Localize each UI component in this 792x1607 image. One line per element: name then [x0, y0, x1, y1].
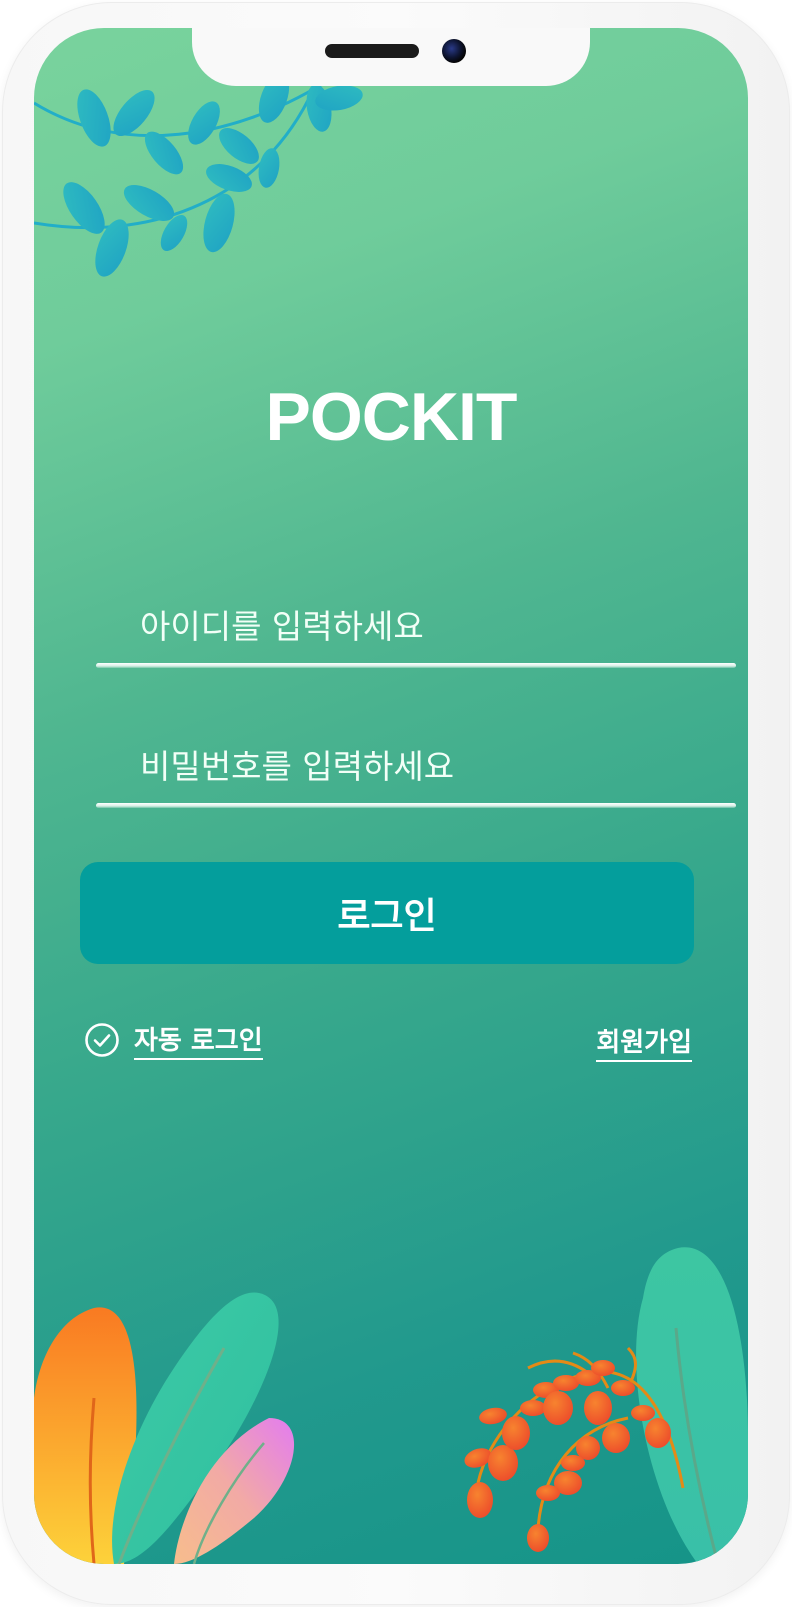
id-field-underline: [96, 663, 736, 668]
auto-login-label[interactable]: 자동 로그인: [134, 1020, 263, 1060]
app-screen: POCKIT 로그인 자동 로그인 회원가입: [34, 28, 748, 1564]
password-field[interactable]: [96, 728, 736, 808]
front-camera: [442, 39, 466, 63]
id-input[interactable]: [96, 588, 736, 664]
password-input[interactable]: [96, 728, 736, 804]
id-field[interactable]: [96, 588, 736, 668]
login-button[interactable]: 로그인: [80, 862, 694, 964]
speaker-grille: [325, 44, 419, 58]
plant-decoration-right-image: [464, 1247, 748, 1564]
check-circle-icon[interactable]: [84, 1022, 120, 1058]
plant-decoration-left-image: [34, 1292, 295, 1564]
password-field-underline: [96, 803, 736, 808]
signup-link[interactable]: 회원가입: [596, 1022, 692, 1062]
auto-login-toggle[interactable]: 자동 로그인: [84, 1016, 263, 1064]
app-title: POCKIT: [265, 379, 518, 455]
